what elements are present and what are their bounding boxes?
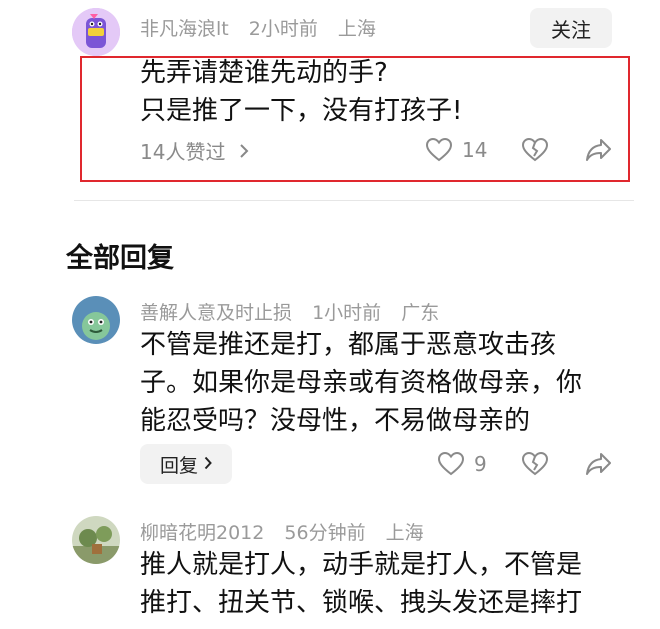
dislike-button[interactable] — [522, 138, 548, 162]
timestamp: 56分钟前 — [284, 522, 366, 544]
like-count: 14 — [462, 138, 488, 162]
timestamp: 1小时前 — [312, 302, 382, 324]
comment-line: 不管是推还是打，都属于恶意攻击孩 — [140, 330, 557, 360]
chevron-right-icon — [239, 143, 249, 159]
comment-meta: 非凡海浪lt 2小时前 上海 — [140, 14, 390, 41]
like-button[interactable]: 14 — [426, 138, 487, 162]
like-count: 9 — [474, 452, 487, 476]
comment-line: 推人就是打人，动手就是打人，不管是 — [140, 550, 583, 580]
comment-body: 先弄请楚谁先动的手? 只是推了一下，没有打孩子! — [140, 54, 462, 130]
comment-line: 能忍受吗？没母性，不易做母亲的 — [140, 406, 531, 436]
share-icon — [586, 452, 612, 476]
dislike-button[interactable] — [522, 452, 548, 476]
heart-icon — [426, 138, 452, 162]
likes-summary[interactable]: 14人赞过 — [140, 136, 249, 165]
location: 广东 — [401, 302, 440, 324]
divider — [74, 200, 634, 201]
comment-line: 只是推了一下，没有打孩子! — [140, 96, 463, 126]
username[interactable]: 柳暗花明2012 — [140, 522, 264, 544]
avatar[interactable] — [72, 8, 120, 56]
comment-line: 子。如果你是母亲或有资格做母亲，你 — [140, 368, 583, 398]
reply-button[interactable]: 回复 — [140, 444, 232, 484]
share-icon — [586, 138, 612, 162]
comment-meta: 柳暗花明2012 56分钟前 上海 — [140, 518, 438, 545]
comment-line: 先弄请楚谁先动的手? — [140, 58, 388, 88]
heart-icon — [438, 452, 464, 476]
follow-button[interactable]: 关注 — [530, 8, 612, 48]
section-title: 全部回复 — [66, 243, 174, 274]
comment-body: 推人就是打人，动手就是打人，不管是 推打、扭关节、锁喉、拽头发还是摔打 — [140, 546, 582, 622]
username[interactable]: 非凡海浪lt — [140, 18, 229, 40]
like-button[interactable]: 9 — [438, 452, 487, 476]
comment-meta: 善解人意及时止损 1小时前 广东 — [140, 298, 453, 325]
comment-line: 推打、扭关节、锁喉、拽头发还是摔打 — [140, 588, 583, 618]
reply-label: 回复 — [159, 454, 198, 477]
username[interactable]: 善解人意及时止损 — [140, 302, 292, 324]
broken-heart-icon — [522, 452, 548, 476]
share-button[interactable] — [586, 138, 612, 162]
avatar[interactable] — [72, 516, 120, 564]
broken-heart-icon — [522, 138, 548, 162]
location: 上海 — [337, 18, 376, 40]
chevron-right-icon — [204, 453, 212, 475]
timestamp: 2小时前 — [248, 18, 318, 40]
likes-text: 14人赞过 — [140, 140, 226, 164]
share-button[interactable] — [586, 452, 612, 476]
location: 上海 — [385, 522, 424, 544]
avatar[interactable] — [72, 296, 120, 344]
comment-body: 不管是推还是打，都属于恶意攻击孩 子。如果你是母亲或有资格做母亲，你 能忍受吗？… — [140, 326, 582, 440]
